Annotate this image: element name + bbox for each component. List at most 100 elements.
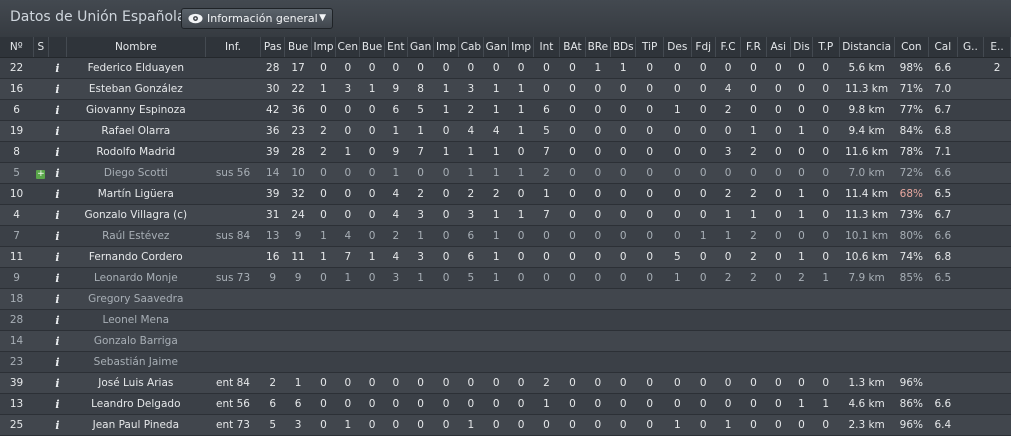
- column-header[interactable]: Inf.: [205, 37, 262, 58]
- stat-cell: 0: [483, 393, 509, 415]
- column-header[interactable]: G..: [957, 37, 985, 58]
- player-stats-table: Nº S Nombre Inf. Pas Bue Imp Cen Bue Ent Gan Imp Cab…: [0, 37, 1011, 436]
- column-header[interactable]: Cen: [335, 37, 361, 58]
- info-icon[interactable]: i: [55, 356, 59, 369]
- table-row[interactable]: 18 i Gregory Saavedra: [0, 288, 1011, 310]
- player-name[interactable]: Leandro Delgado: [66, 393, 206, 415]
- column-header[interactable]: Bue: [359, 37, 385, 58]
- stat-cell: 1: [790, 120, 813, 142]
- info-icon[interactable]: i: [55, 125, 59, 138]
- player-name[interactable]: Rodolfo Madrid: [66, 141, 206, 163]
- table-row[interactable]: 25 i Jean Paul Pineda ent 73 5 3 0 1 0 0 0 0 1 0 0 0 0 0 0…: [0, 414, 1011, 436]
- column-header[interactable]: Des: [663, 37, 692, 58]
- info-icon[interactable]: i: [55, 104, 59, 117]
- table-row[interactable]: 5 + i Diego Scotti sus 56 14 10 0 0 0 1 0 0 1 1 1 2 0 0 0 0 0…: [0, 162, 1011, 184]
- panel-header: Datos de Unión Española Información gene…: [0, 0, 1011, 38]
- info-icon[interactable]: i: [55, 167, 59, 180]
- player-name[interactable]: Rafael Olarra: [66, 120, 206, 142]
- info-icon[interactable]: i: [55, 62, 59, 75]
- stat-cell: 0: [663, 393, 692, 415]
- column-header[interactable]: Fdj: [691, 37, 716, 58]
- column-header[interactable]: Nº: [0, 37, 34, 58]
- status-cell: [33, 351, 49, 373]
- column-header[interactable]: Nombre: [66, 37, 206, 58]
- info-icon[interactable]: i: [55, 398, 59, 411]
- table-row[interactable]: 13 i Leandro Delgado ent 56 6 6 0 0 0 0 0 0 0 0 0 1 0 0 0 0…: [0, 393, 1011, 415]
- column-header[interactable]: Dis: [790, 37, 814, 58]
- stat-cell: [284, 351, 312, 373]
- column-header[interactable]: S: [33, 37, 50, 58]
- player-name[interactable]: Martín Ligüera: [66, 183, 206, 205]
- column-header[interactable]: BDs: [610, 37, 637, 58]
- player-name[interactable]: Raúl Estévez: [66, 225, 206, 247]
- column-header[interactable]: Gan: [483, 37, 510, 58]
- info-icon[interactable]: i: [55, 251, 59, 264]
- column-header[interactable]: Bue: [284, 37, 312, 58]
- player-name[interactable]: Leonardo Monje: [66, 267, 206, 289]
- player-name[interactable]: Fernando Cordero: [66, 246, 206, 268]
- table-row[interactable]: 16 i Esteban González 30 22 1 3 1 9 8 1 3 1 1 0 0 0 0 0 0 0 4…: [0, 78, 1011, 100]
- view-select-dropdown[interactable]: Información general ▼: [181, 8, 333, 29]
- column-header[interactable]: Int: [533, 37, 561, 58]
- column-header[interactable]: Pas: [260, 37, 286, 58]
- table-row[interactable]: 4 i Gonzalo Villagra (c) 31 24 0 0 0 4 3 0 3 1 1 7 0 0 0 0…: [0, 204, 1011, 226]
- table-row[interactable]: 39 i José Luis Arias ent 84 2 1 0 0 0 0 0 0 0 0 0 2 0 0 0 0…: [0, 372, 1011, 394]
- column-header[interactable]: Imp: [311, 37, 337, 58]
- info-icon[interactable]: i: [55, 335, 59, 348]
- column-header[interactable]: TiP: [635, 37, 664, 58]
- info-icon[interactable]: i: [55, 293, 59, 306]
- column-header[interactable]: Con: [894, 37, 929, 58]
- info-icon[interactable]: i: [55, 272, 59, 285]
- info-icon[interactable]: i: [55, 230, 59, 243]
- column-header[interactable]: F.C: [715, 37, 742, 58]
- column-header[interactable]: BAt: [559, 37, 586, 58]
- stat-cell: [458, 288, 484, 310]
- info-icon[interactable]: i: [55, 83, 59, 96]
- info-icon[interactable]: i: [55, 188, 59, 201]
- player-name[interactable]: Jean Paul Pineda: [66, 414, 206, 436]
- player-name[interactable]: Esteban González: [66, 78, 206, 100]
- stat-cell: 2: [458, 183, 484, 205]
- player-name[interactable]: Leonel Mena: [66, 309, 206, 331]
- column-header[interactable]: Cab: [458, 37, 485, 58]
- column-header[interactable]: F.R: [740, 37, 767, 58]
- table-row[interactable]: 9 i Leonardo Monje sus 73 9 9 0 1 0 3 1 0 5 1 0 0 0 0 0 0 1 0…: [0, 267, 1011, 289]
- column-header[interactable]: BRe: [585, 37, 612, 58]
- column-header[interactable]: Ent: [384, 37, 408, 58]
- stat-cell: [559, 309, 586, 331]
- table-row[interactable]: 14 i Gonzalo Barriga: [0, 330, 1011, 352]
- info-icon[interactable]: i: [55, 419, 59, 432]
- stat-cell: [433, 288, 459, 310]
- info-icon[interactable]: i: [55, 314, 59, 327]
- stat-cell: [533, 351, 560, 373]
- info-icon[interactable]: i: [55, 377, 59, 390]
- player-name[interactable]: Federico Elduayen: [66, 57, 206, 79]
- table-row[interactable]: 23 i Sebastián Jaime: [0, 351, 1011, 373]
- column-header[interactable]: Asi: [766, 37, 791, 58]
- table-row[interactable]: 6 i Giovanny Espinoza 42 36 0 0 0 6 5 1 2 1 1 6 0 0 0 0 1 0 2…: [0, 99, 1011, 121]
- player-name[interactable]: Giovanny Espinoza: [66, 99, 206, 121]
- column-header[interactable]: E..: [983, 37, 1011, 58]
- table-row[interactable]: 8 i Rodolfo Madrid 39 28 2 1 0 9 7 1 1 1 0 7 0 0 0 0 0 0 3 2 0 0…: [0, 141, 1011, 163]
- info-icon[interactable]: i: [55, 146, 59, 159]
- column-header[interactable]: T.P: [812, 37, 840, 58]
- column-header[interactable]: [48, 37, 67, 58]
- table-row[interactable]: 10 i Martín Ligüera 39 32 0 0 0 4 2 0 2 2 0 1 0 0 0 0 0 0 2 2 0…: [0, 183, 1011, 205]
- player-name[interactable]: Gregory Saavedra: [66, 288, 206, 310]
- player-name[interactable]: José Luis Arias: [66, 372, 206, 394]
- player-name[interactable]: Gonzalo Villagra (c): [66, 204, 206, 226]
- table-row[interactable]: 7 i Raúl Estévez sus 84 13 9 1 4 0 2 1 0 6 1 0 0 0 0 0 0 0 1 1…: [0, 225, 1011, 247]
- column-header[interactable]: Imp: [433, 37, 459, 58]
- column-header[interactable]: Cal: [928, 37, 958, 58]
- column-header[interactable]: Distancia: [839, 37, 895, 58]
- table-row[interactable]: 22 i Federico Elduayen 28 17 0 0 0 0 0 0 0 0 0 0 0 1 1 0 0 0…: [0, 57, 1011, 79]
- table-row[interactable]: 11 i Fernando Cordero 16 11 1 7 1 4 3 0 6 1 0 0 0 0 0 0 5 0 0…: [0, 246, 1011, 268]
- column-header[interactable]: Imp: [508, 37, 534, 58]
- table-row[interactable]: 28 i Leonel Mena: [0, 309, 1011, 331]
- table-row[interactable]: 19 i Rafael Olarra 36 23 2 0 0 1 1 0 4 4 1 5 0 0 0 0 0 0 0 1 0 1…: [0, 120, 1011, 142]
- player-name[interactable]: Gonzalo Barriga: [66, 330, 206, 352]
- column-header[interactable]: Gan: [407, 37, 435, 58]
- player-name[interactable]: Diego Scotti: [66, 162, 206, 184]
- player-name[interactable]: Sebastián Jaime: [66, 351, 206, 373]
- info-icon[interactable]: i: [55, 209, 59, 222]
